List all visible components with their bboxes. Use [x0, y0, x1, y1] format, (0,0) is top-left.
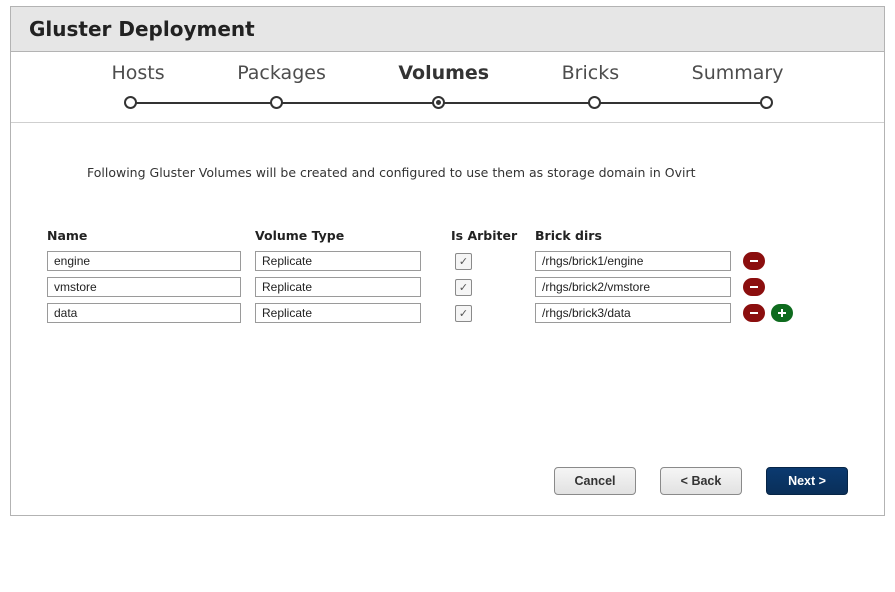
- back-button[interactable]: < Back: [660, 467, 742, 495]
- volumes-grid: Name Volume Type Is Arbiter Brick dirs ✓: [47, 228, 848, 323]
- volume-type-input[interactable]: [255, 251, 421, 271]
- step-volumes[interactable]: Volumes: [394, 62, 493, 84]
- step-dot-bricks[interactable]: [588, 96, 601, 109]
- grid-row: ✓: [47, 303, 848, 323]
- wizard-title-bar: Gluster Deployment: [11, 7, 884, 52]
- grid-row: ✓: [47, 251, 848, 271]
- step-track: [130, 96, 766, 110]
- col-header-arbiter: Is Arbiter: [451, 228, 535, 243]
- grid-row: ✓: [47, 277, 848, 297]
- remove-row-button[interactable]: [743, 304, 765, 322]
- intro-text: Following Gluster Volumes will be create…: [87, 165, 848, 180]
- step-dot-hosts[interactable]: [124, 96, 137, 109]
- step-summary[interactable]: Summary: [688, 62, 788, 84]
- wizard-footer: Cancel < Back Next >: [554, 467, 848, 495]
- step-packages[interactable]: Packages: [233, 62, 330, 84]
- arbiter-checkbox[interactable]: ✓: [455, 279, 472, 296]
- brick-dir-input[interactable]: [535, 251, 731, 271]
- brick-dir-input[interactable]: [535, 277, 731, 297]
- wizard-title: Gluster Deployment: [29, 17, 255, 41]
- next-button[interactable]: Next >: [766, 467, 848, 495]
- remove-row-button[interactable]: [743, 252, 765, 270]
- col-header-brick: Brick dirs: [535, 228, 735, 243]
- volume-name-input[interactable]: [47, 303, 241, 323]
- brick-dir-input[interactable]: [535, 303, 731, 323]
- wizard-body: Following Gluster Volumes will be create…: [11, 123, 884, 515]
- step-dot-volumes[interactable]: [432, 96, 445, 109]
- arbiter-checkbox[interactable]: ✓: [455, 253, 472, 270]
- volume-name-input[interactable]: [47, 277, 241, 297]
- step-labels: Hosts Packages Volumes Bricks Summary: [108, 62, 788, 84]
- cancel-button[interactable]: Cancel: [554, 467, 636, 495]
- step-bricks[interactable]: Bricks: [558, 62, 623, 84]
- step-dot-summary[interactable]: [760, 96, 773, 109]
- minus-icon: [749, 256, 759, 266]
- volume-name-input[interactable]: [47, 251, 241, 271]
- plus-icon: [777, 308, 787, 318]
- add-row-button[interactable]: [771, 304, 793, 322]
- col-header-name: Name: [47, 228, 255, 243]
- wizard-dialog: Gluster Deployment Hosts Packages Volume…: [10, 6, 885, 516]
- grid-header: Name Volume Type Is Arbiter Brick dirs: [47, 228, 848, 243]
- remove-row-button[interactable]: [743, 278, 765, 296]
- volume-type-input[interactable]: [255, 277, 421, 297]
- minus-icon: [749, 308, 759, 318]
- step-hosts[interactable]: Hosts: [108, 62, 169, 84]
- step-line: [130, 102, 766, 104]
- minus-icon: [749, 282, 759, 292]
- wizard-step-bar: Hosts Packages Volumes Bricks Summary: [11, 52, 884, 123]
- volume-type-input[interactable]: [255, 303, 421, 323]
- col-header-type: Volume Type: [255, 228, 451, 243]
- step-dot-packages[interactable]: [270, 96, 283, 109]
- arbiter-checkbox[interactable]: ✓: [455, 305, 472, 322]
